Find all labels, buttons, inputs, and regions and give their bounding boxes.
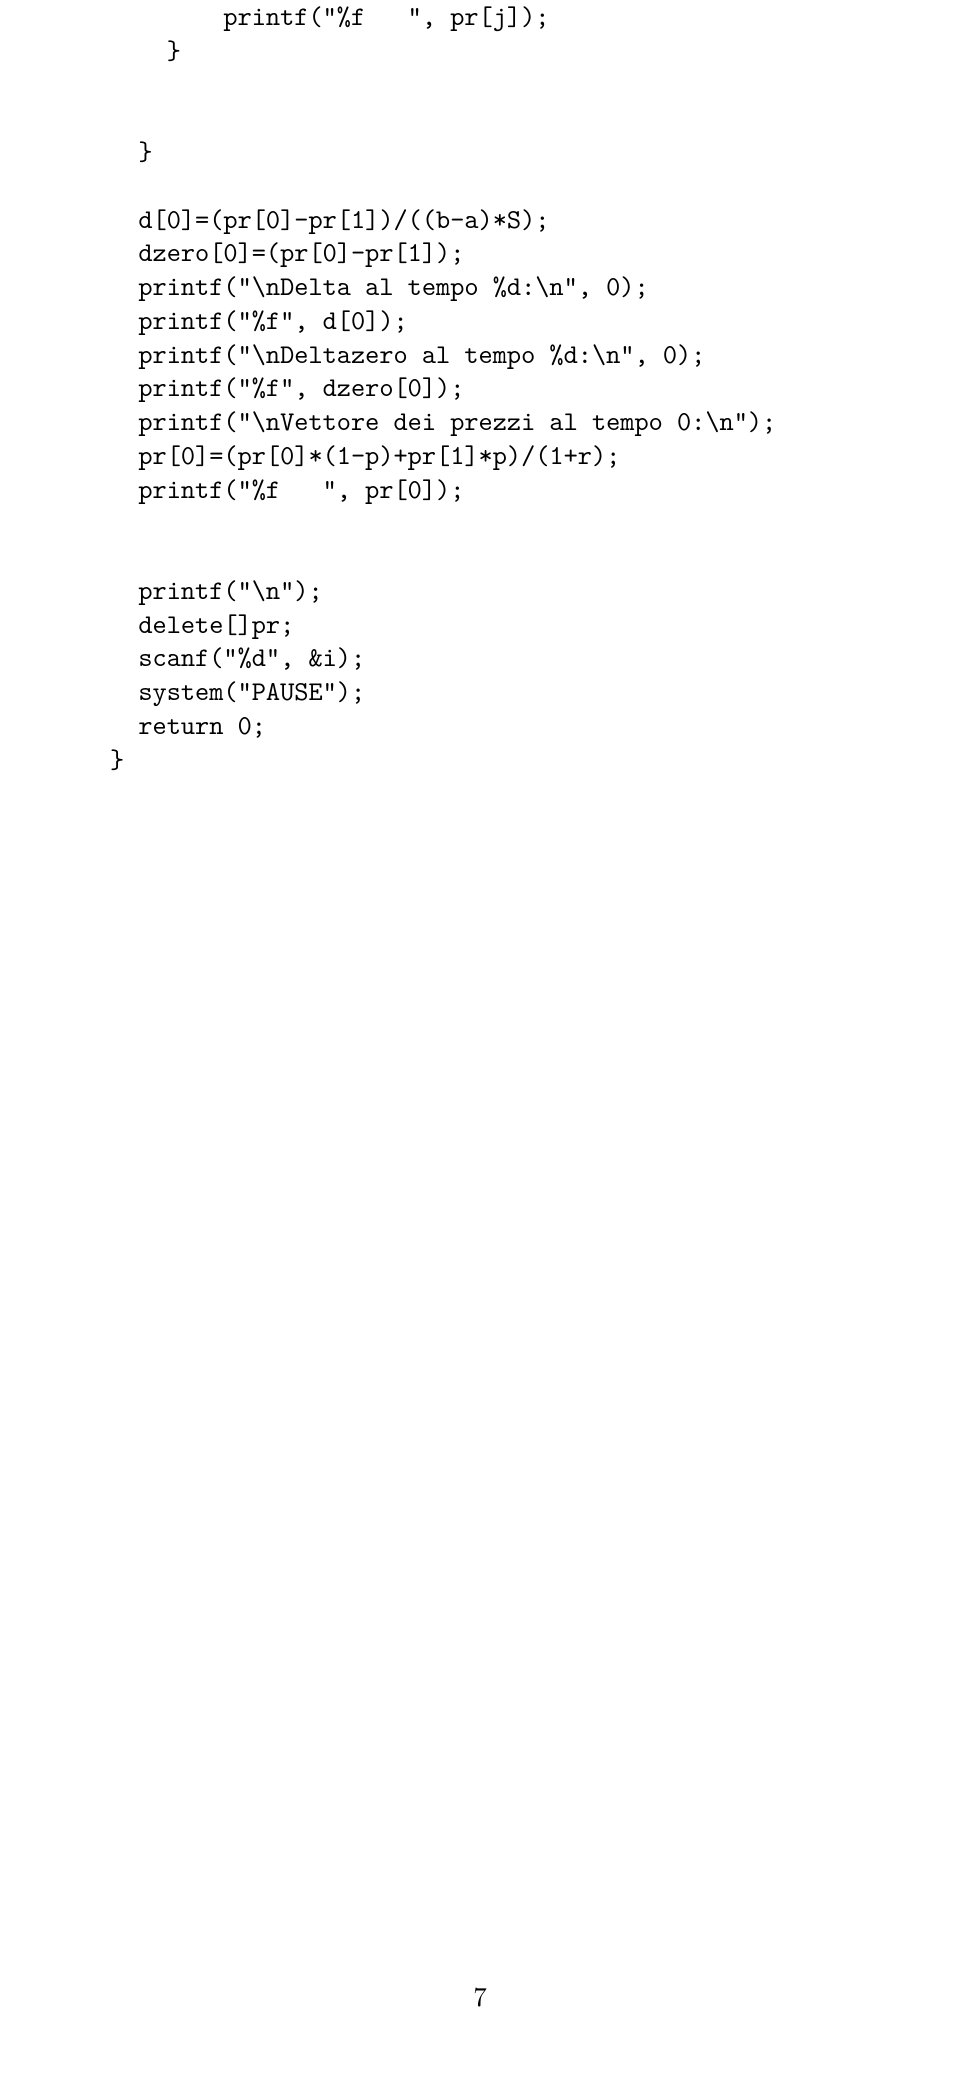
page: printf("%f ", pr[j]); } } d[0]=(pr[0]-pr… <box>0 0 960 2074</box>
code-block: printf("%f ", pr[j]); } } d[0]=(pr[0]-pr… <box>110 0 850 776</box>
page-number: 7 <box>0 1976 960 2014</box>
